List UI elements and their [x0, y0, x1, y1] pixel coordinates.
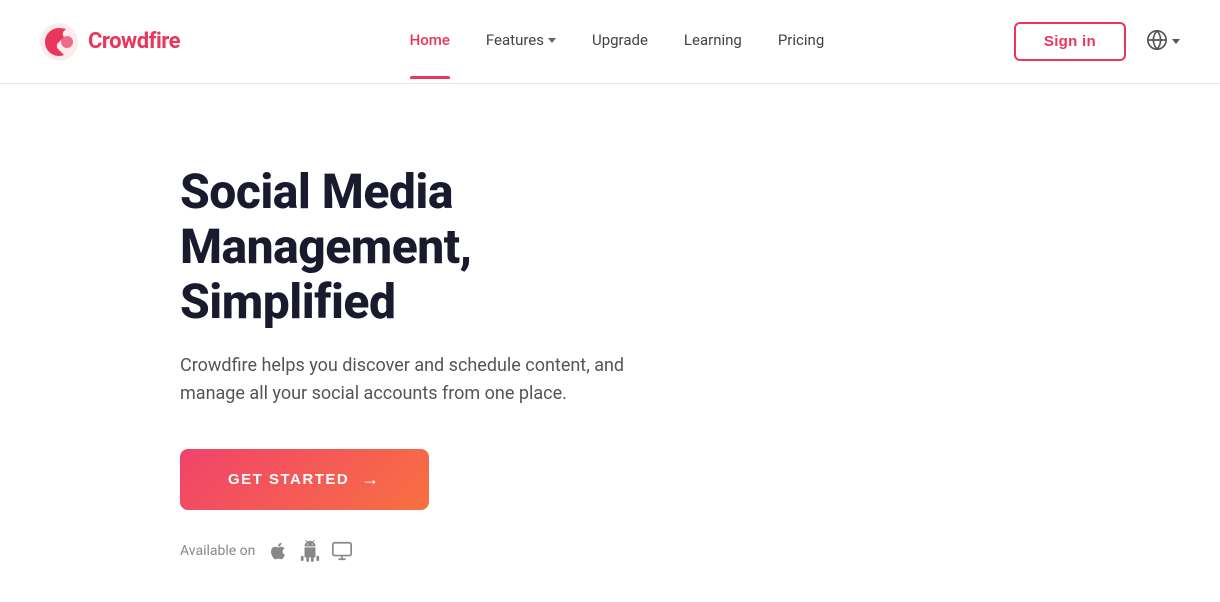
nav-item-pricing[interactable]: Pricing: [778, 31, 824, 53]
apple-icon: [267, 540, 289, 562]
desktop-icon: [331, 540, 353, 562]
platform-icons: [267, 540, 353, 562]
features-dropdown-arrow: [548, 38, 556, 43]
language-selector[interactable]: [1146, 29, 1180, 55]
crowdfire-logo-icon: [40, 23, 78, 61]
globe-icon: [1146, 29, 1168, 55]
nav-item-upgrade[interactable]: Upgrade: [592, 31, 648, 53]
site-header: Crowdfire Home Features Upgrade Learning…: [0, 0, 1220, 84]
logo[interactable]: Crowdfire: [40, 23, 180, 61]
main-nav: Home Features Upgrade Learning Pricing: [220, 31, 1014, 53]
nav-item-features[interactable]: Features: [486, 31, 556, 53]
nav-item-learning[interactable]: Learning: [684, 31, 742, 53]
sign-in-button[interactable]: Sign in: [1014, 22, 1126, 61]
hero-subtext: Crowdfire helps you discover and schedul…: [180, 352, 660, 410]
arrow-right-icon: →: [361, 469, 381, 490]
get-started-button[interactable]: GET STARTED →: [180, 449, 429, 510]
header-right: Sign in: [1014, 22, 1180, 61]
globe-chevron-icon: [1172, 39, 1180, 44]
nav-item-home[interactable]: Home: [410, 31, 450, 53]
logo-text: Crowdfire: [88, 29, 180, 54]
hero-heading: Social Media Management, Simplified: [180, 164, 660, 330]
available-on-label: Available on: [180, 543, 255, 559]
android-icon: [299, 540, 321, 562]
get-started-label: GET STARTED: [228, 471, 349, 488]
hero-section: Social Media Management, Simplified Crow…: [0, 84, 700, 602]
available-on-section: Available on: [180, 540, 660, 562]
